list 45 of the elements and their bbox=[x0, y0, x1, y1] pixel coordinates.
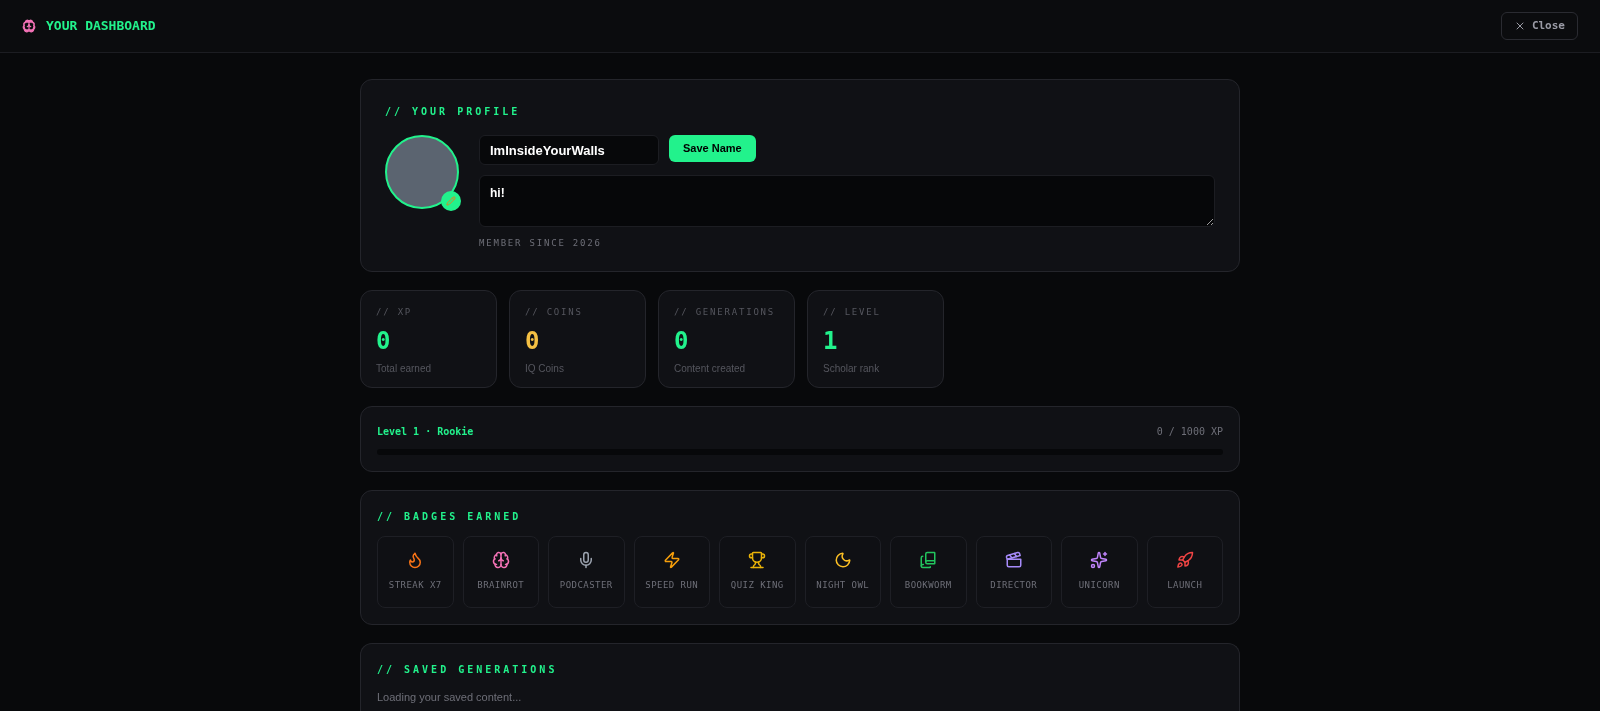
stat-value: 0 bbox=[525, 326, 541, 357]
badges-heading: // BADGES EARNED bbox=[377, 509, 523, 524]
stat-caption: Scholar rank bbox=[823, 362, 881, 376]
lightning-icon bbox=[662, 550, 681, 569]
badge-label: BRAINROT bbox=[477, 578, 525, 592]
badge-label: SPEED RUN bbox=[645, 578, 699, 592]
close-button[interactable]: Close bbox=[1500, 12, 1578, 40]
stat-caption: Content created bbox=[674, 362, 747, 376]
stat-label: // LEVEL bbox=[823, 305, 882, 319]
stat-label: // XP bbox=[376, 305, 414, 319]
stat-value: 0 bbox=[376, 326, 392, 357]
dashboard-title: YOUR DASHBOARD bbox=[46, 17, 156, 36]
badge-label: STREAK X7 bbox=[388, 578, 442, 592]
moon-icon bbox=[833, 550, 852, 569]
name-field[interactable]: ImInsideYourWalls bbox=[479, 135, 659, 165]
rocket-icon bbox=[1175, 550, 1194, 569]
badge-label: NIGHT OWL bbox=[816, 578, 870, 592]
bio-field[interactable]: hi! bbox=[479, 175, 1215, 227]
stat-value: 0 bbox=[674, 326, 690, 357]
loading-text: Loading your saved content... bbox=[377, 689, 523, 705]
pencil-icon bbox=[446, 196, 456, 206]
xp-reading: 0 / 1000 XP bbox=[1156, 424, 1223, 439]
stat-caption: Total earned bbox=[376, 362, 433, 376]
saved-heading: // SAVED GENERATIONS bbox=[377, 662, 559, 677]
brain-icon bbox=[491, 550, 510, 569]
profile-heading: // YOUR PROFILE bbox=[385, 105, 522, 119]
member-since: MEMBER SINCE 2026 bbox=[479, 237, 603, 250]
level-label: Level 1 · Rookie bbox=[377, 424, 474, 439]
stat-label: // GENERATIONS bbox=[674, 305, 777, 319]
stat-value: 1 bbox=[823, 326, 839, 357]
books-icon bbox=[919, 550, 938, 569]
badge-label: LAUNCH bbox=[1167, 578, 1203, 592]
sparkles-icon bbox=[1090, 550, 1109, 569]
trophy-icon bbox=[748, 550, 767, 569]
save-name-button[interactable]: Save Name bbox=[669, 135, 756, 162]
stat-label: // COINS bbox=[525, 305, 584, 319]
badge-label: UNICORN bbox=[1078, 578, 1120, 592]
brain-icon bbox=[22, 19, 36, 33]
badge-label: QUIZ KING bbox=[730, 578, 784, 592]
edit-avatar-button[interactable] bbox=[441, 191, 461, 211]
clapperboard-icon bbox=[1004, 550, 1023, 569]
badge-label: PODCASTER bbox=[559, 578, 613, 592]
badge-label: DIRECTOR bbox=[990, 578, 1038, 592]
badge-label: BOOKWORM bbox=[904, 578, 952, 592]
stat-caption: IQ Coins bbox=[525, 362, 565, 376]
